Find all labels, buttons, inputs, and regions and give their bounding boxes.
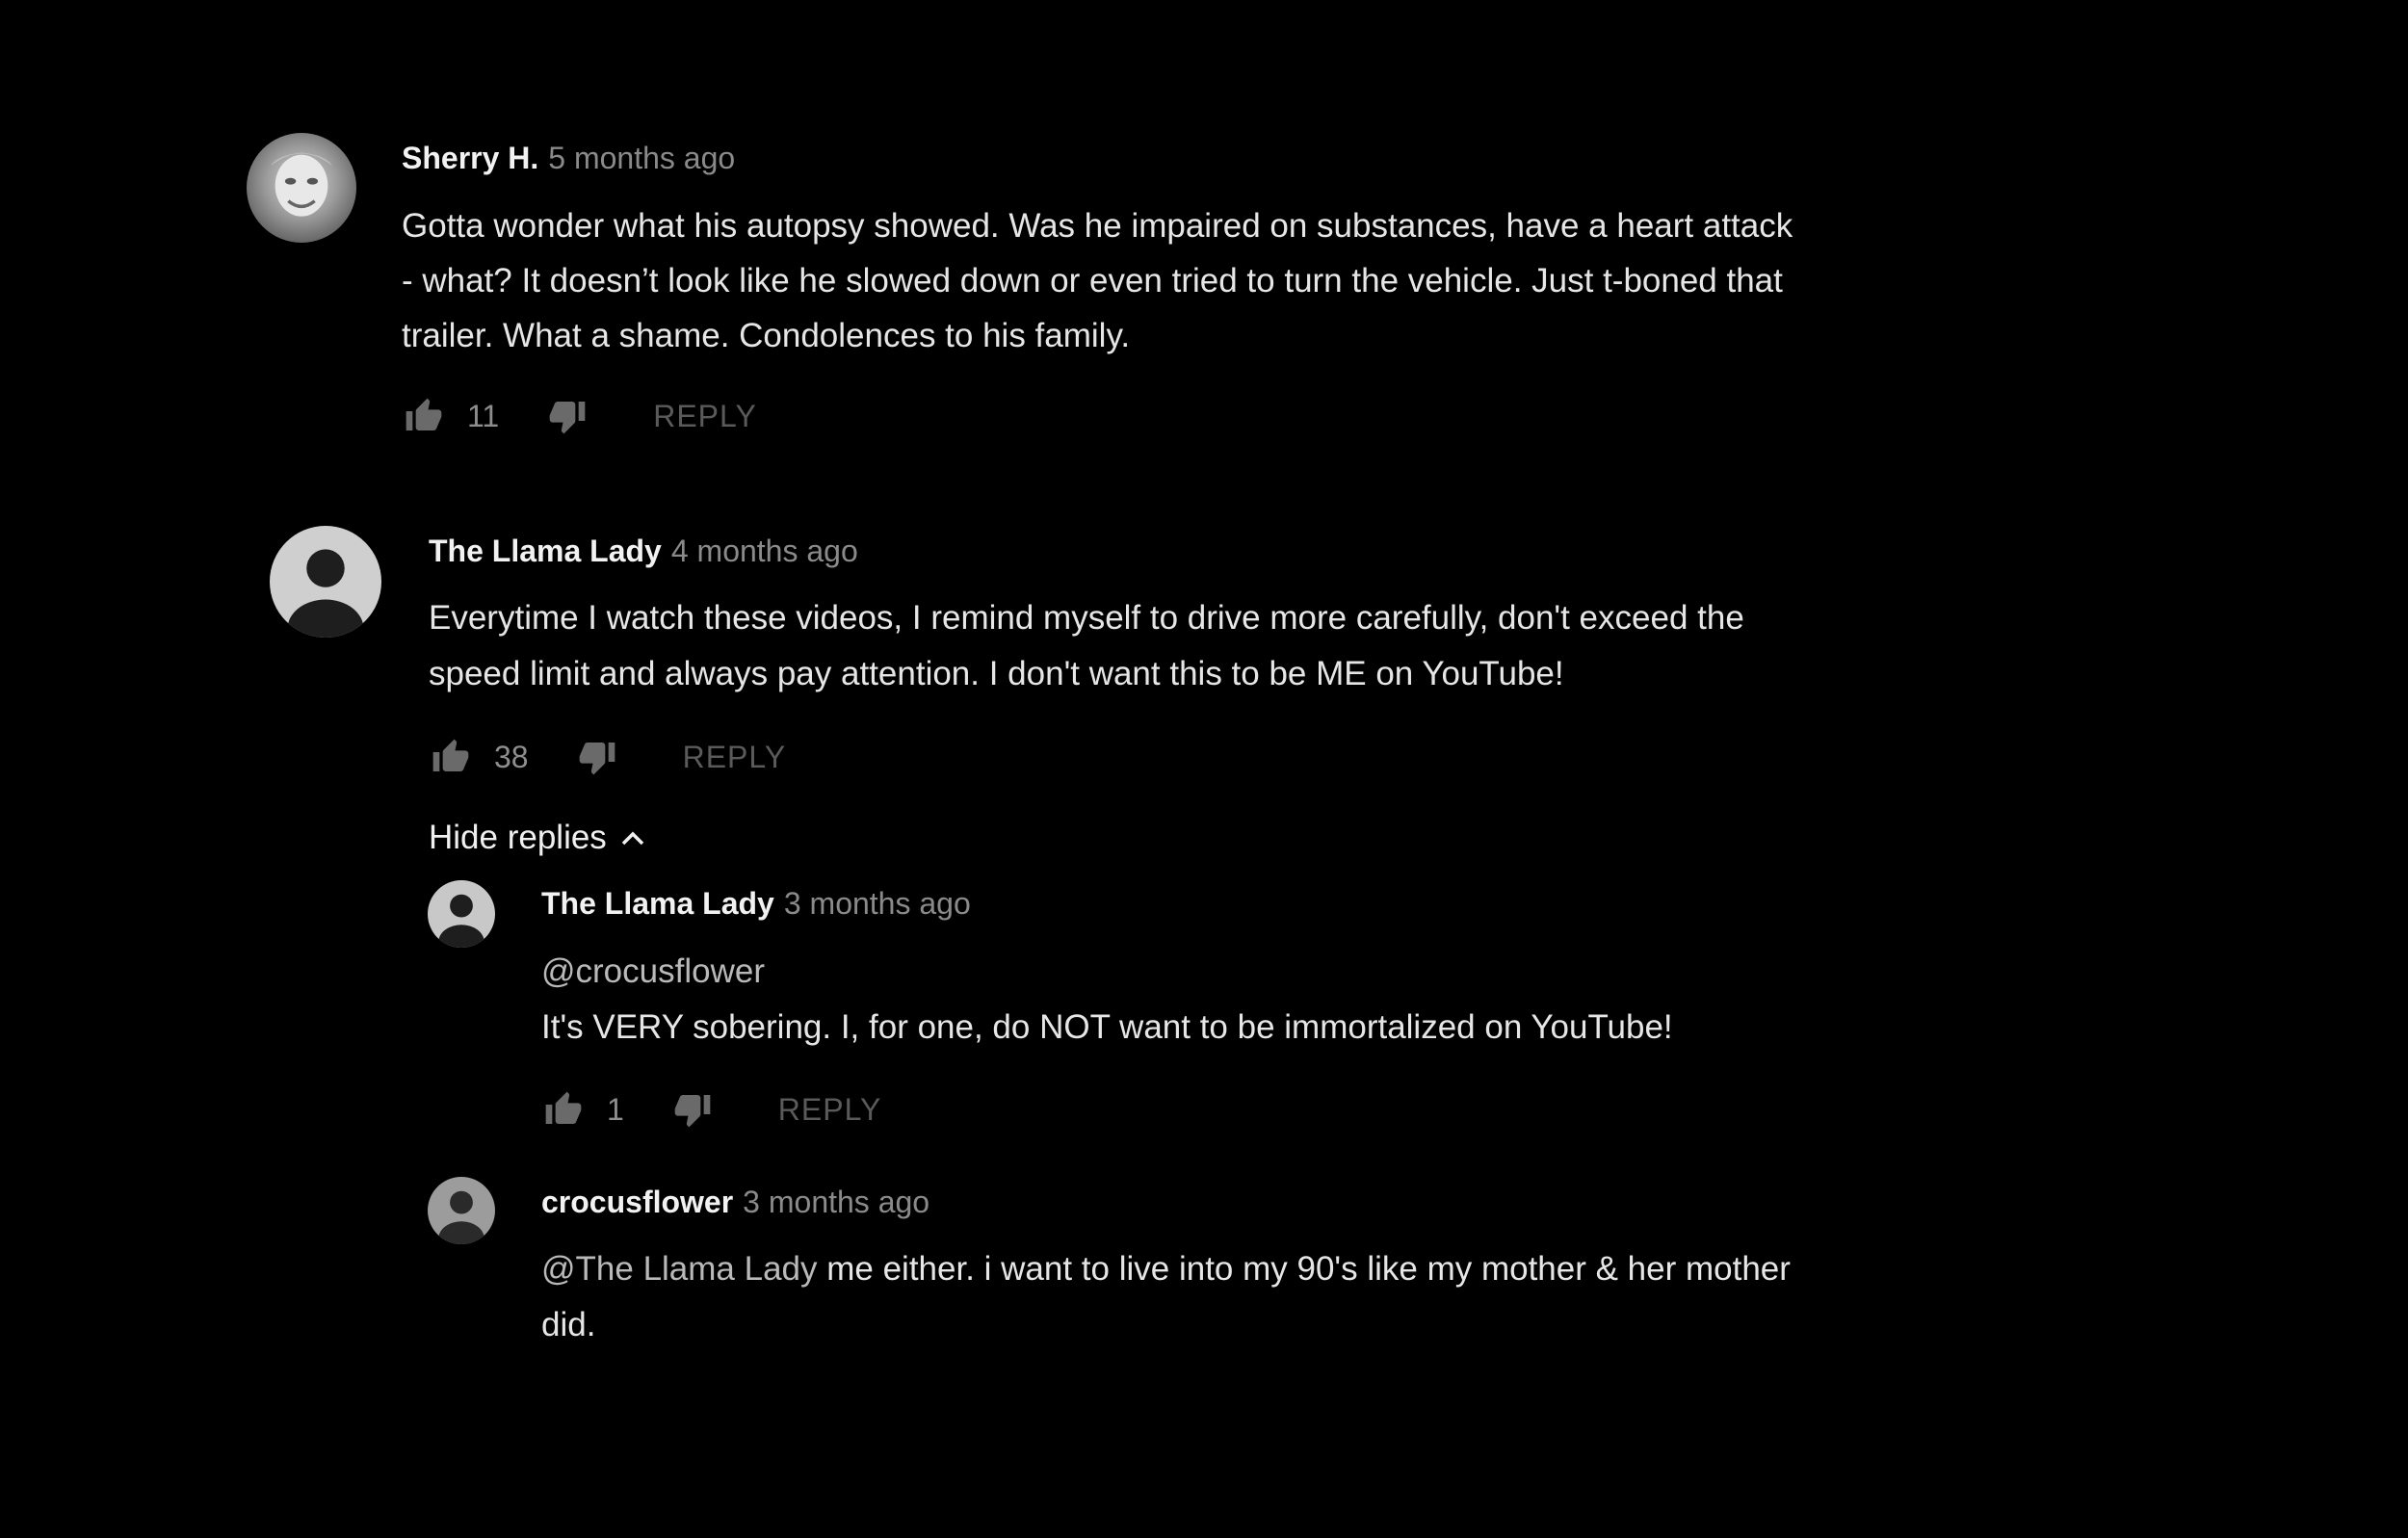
timestamp[interactable]: 5 months ago [548, 141, 735, 175]
timestamp[interactable]: 4 months ago [671, 534, 858, 568]
reply-actions: 1 REPLY [541, 1090, 881, 1129]
thumbs-down-icon[interactable] [545, 397, 589, 435]
default-avatar-icon [270, 526, 381, 638]
author-name[interactable]: crocusflower [541, 1185, 733, 1219]
thumbs-down-icon[interactable] [575, 738, 619, 776]
comment-text-line: - what? It doesn’t look like he slowed d… [402, 262, 1783, 300]
comment-text: Gotta wonder what his autopsy showed. Wa… [402, 198, 1793, 363]
reply-text-line: did. [541, 1306, 596, 1343]
avatar[interactable] [428, 880, 495, 948]
default-avatar-icon [428, 1177, 495, 1244]
thumbs-up-icon[interactable] [541, 1090, 586, 1129]
mention-link[interactable]: @The Llama Lady [541, 1250, 818, 1288]
reply-text: @crocusflower It's VERY sobering. I, for… [541, 944, 1673, 1056]
comment-text: Everytime I watch these videos, I remind… [429, 590, 1744, 702]
default-avatar-icon [428, 880, 495, 948]
hide-replies-label: Hide replies [429, 819, 607, 856]
like-count: 1 [607, 1092, 624, 1127]
mention-link[interactable]: @crocusflower [541, 944, 1673, 1000]
reply-text-segment: me either. i want to live into my 90's l… [817, 1250, 1791, 1288]
author-name[interactable]: Sherry H. [402, 141, 538, 175]
chevron-up-icon [621, 831, 644, 845]
reply-text-line: It's VERY sobering. I, for one, do NOT w… [541, 1008, 1673, 1046]
avatar[interactable] [247, 133, 356, 243]
reply-header: The Llama Lady 3 months ago [541, 888, 971, 919]
author-name[interactable]: The Llama Lady [429, 534, 662, 568]
comment-text-line: trailer. What a shame. Condolences to hi… [402, 317, 1131, 354]
comment-actions: 38 REPLY [429, 738, 786, 776]
avatar[interactable] [428, 1177, 495, 1244]
reply-text-line: @The Llama Lady me either. i want to liv… [541, 1241, 1791, 1297]
photo-avatar-icon [247, 133, 356, 243]
timestamp[interactable]: 3 months ago [784, 886, 971, 921]
comment-actions: 11 REPLY [402, 397, 757, 435]
reply-header: crocusflower 3 months ago [541, 1186, 929, 1217]
comment-header: The Llama Lady 4 months ago [429, 535, 858, 566]
author-name[interactable]: The Llama Lady [541, 886, 774, 921]
comment-text-line: Everytime I watch these videos, I remind… [429, 599, 1744, 637]
like-count: 38 [494, 740, 529, 774]
reply-text: @The Llama Lady me either. i want to liv… [541, 1241, 1791, 1353]
timestamp[interactable]: 3 months ago [743, 1185, 929, 1219]
comment-text-line: Gotta wonder what his autopsy showed. Wa… [402, 207, 1793, 245]
reply-button[interactable]: REPLY [778, 1094, 882, 1125]
comment-text-line: speed limit and always pay attention. I … [429, 655, 1564, 692]
reply-button[interactable]: REPLY [683, 742, 787, 772]
comment-header: Sherry H. 5 months ago [402, 143, 735, 173]
reply-button[interactable]: REPLY [653, 401, 757, 431]
avatar[interactable] [270, 526, 381, 638]
thumbs-up-icon[interactable] [429, 738, 473, 776]
thumbs-down-icon[interactable] [670, 1090, 715, 1129]
hide-replies-button[interactable]: Hide replies [429, 821, 645, 854]
like-count: 11 [467, 399, 500, 433]
thumbs-up-icon[interactable] [402, 397, 446, 435]
